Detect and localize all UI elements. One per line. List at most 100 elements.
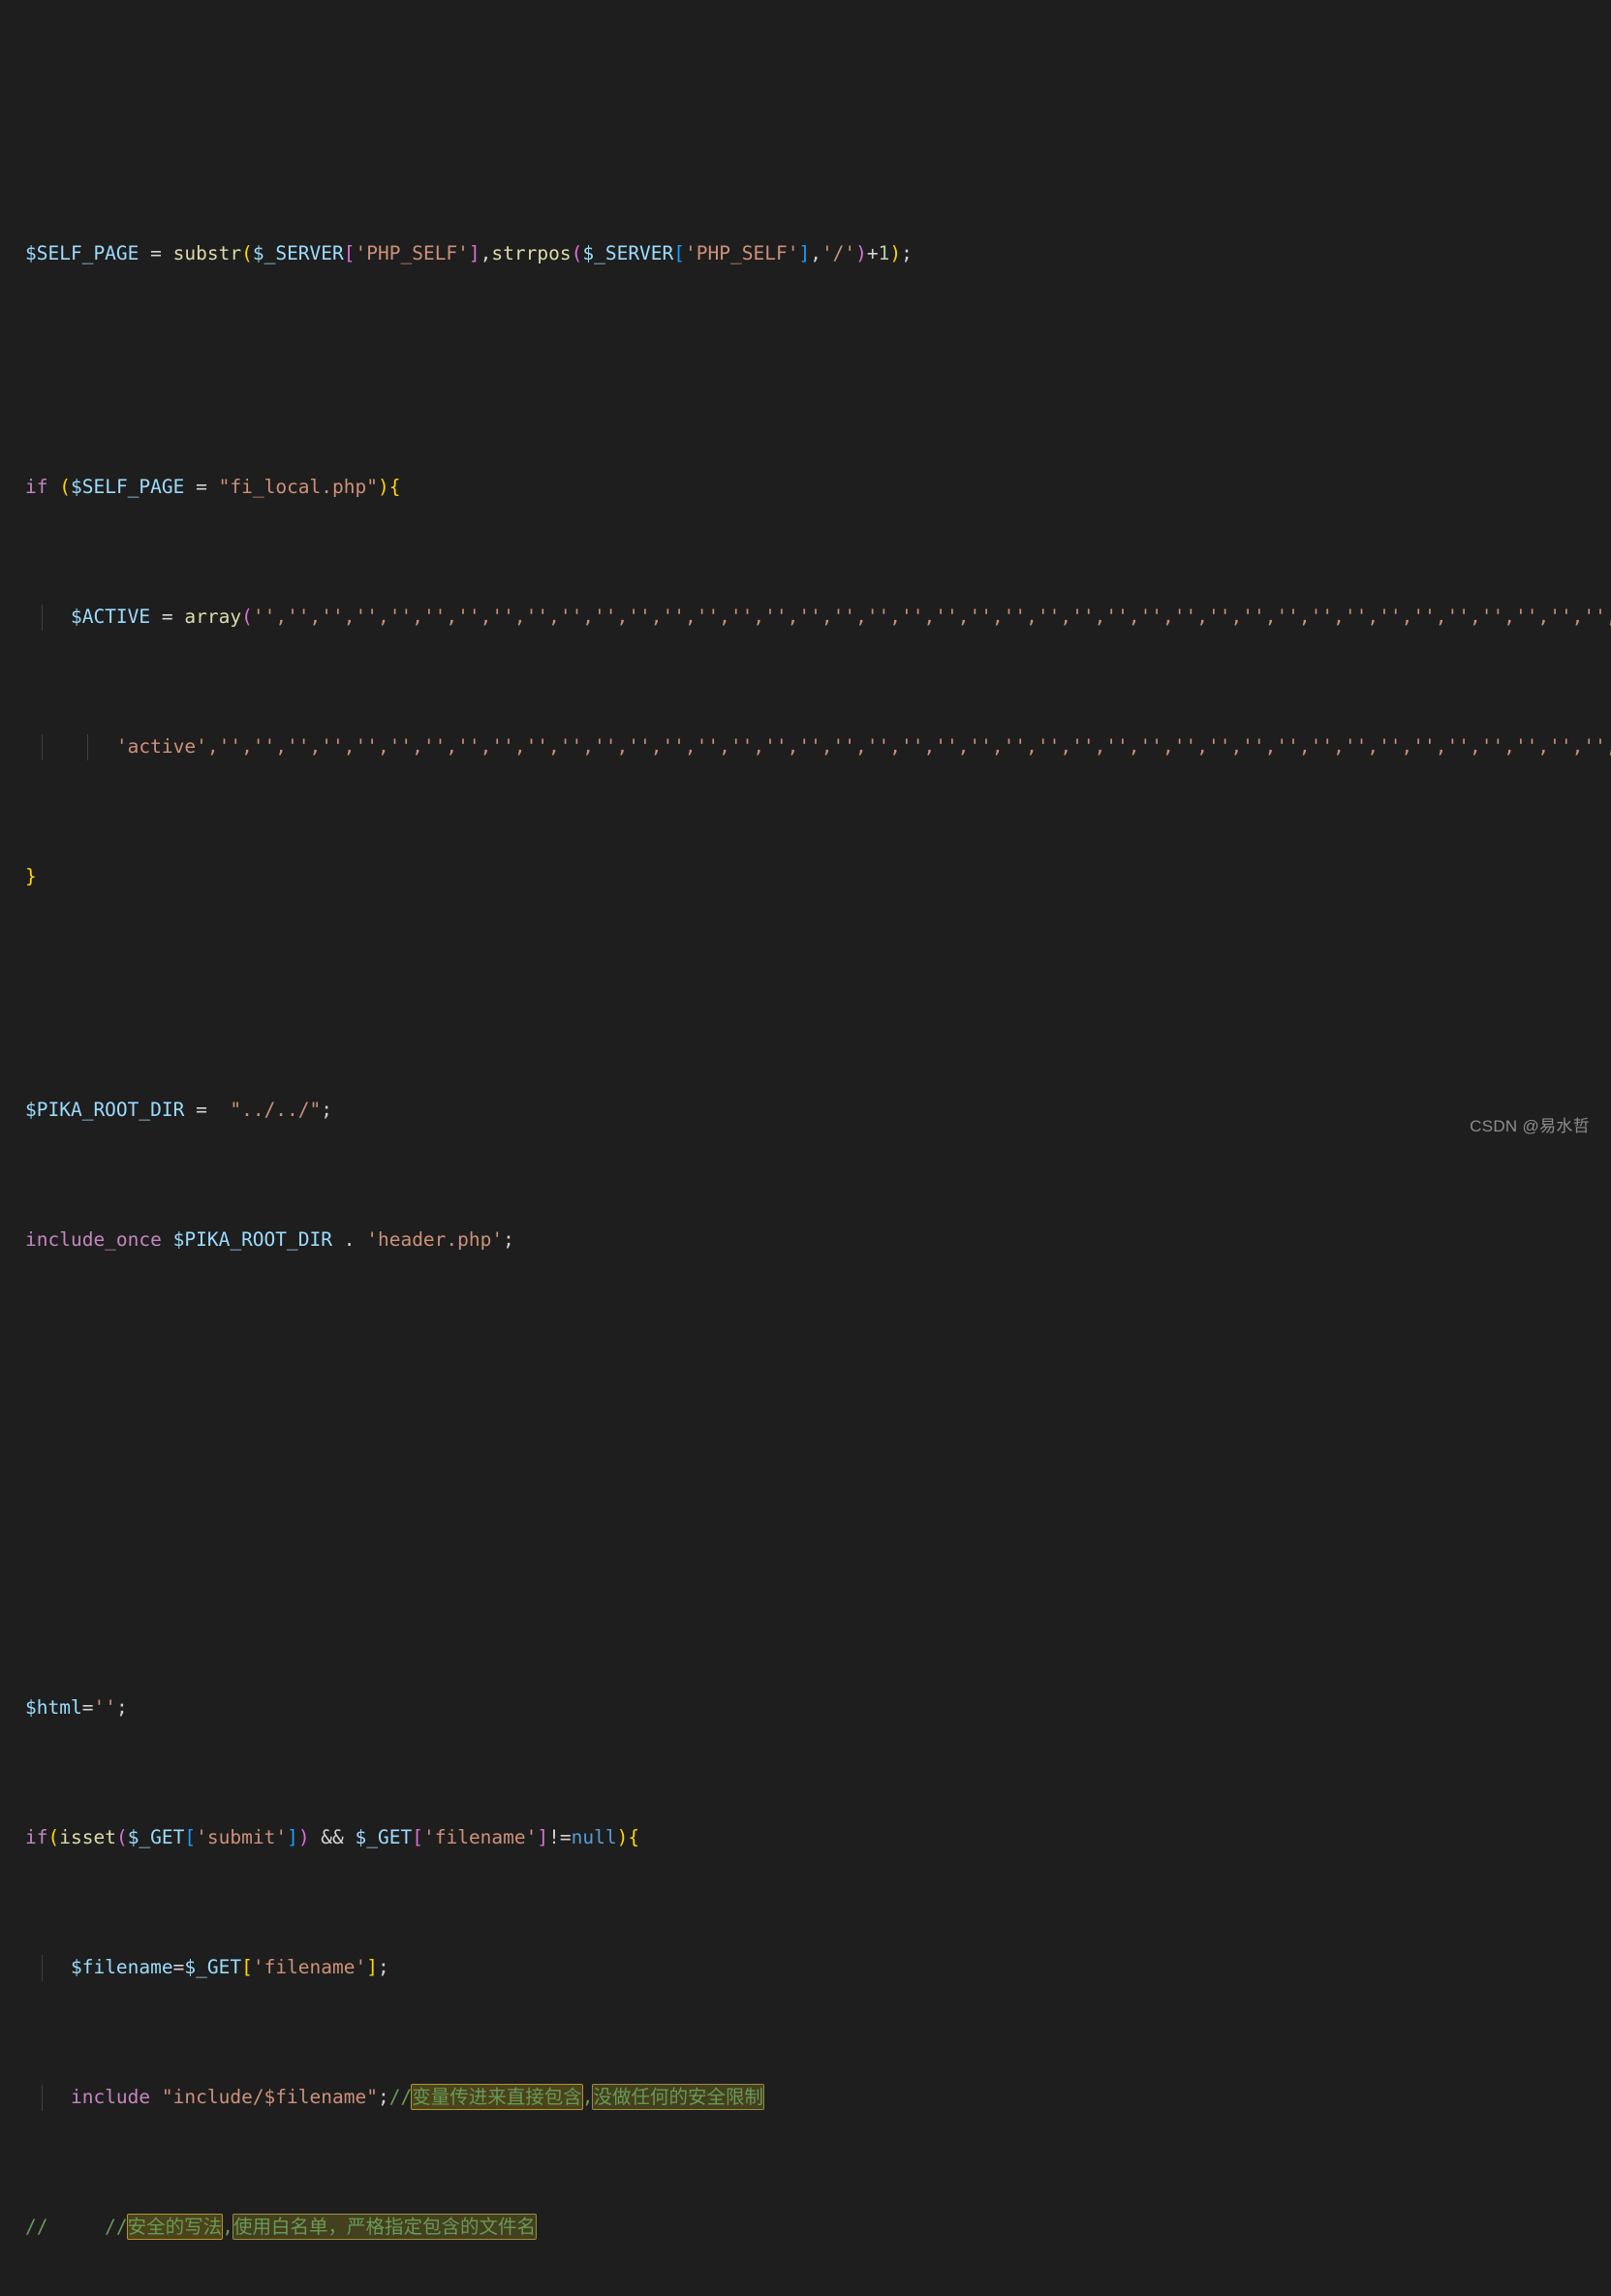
code-line: if ($SELF_PAGE = "fi_local.php"){ — [25, 475, 1611, 501]
token-bracket: [ — [343, 242, 356, 265]
token-keyword: if — [25, 1825, 48, 1848]
token-string: "include/$filename" — [150, 2085, 378, 2108]
code-line: $html=''; — [25, 1695, 1611, 1722]
token-paren: ( — [571, 242, 583, 265]
token-bracket: ] — [468, 242, 480, 265]
token-variable: $_GET — [127, 1825, 185, 1848]
token-keyword: if — [25, 476, 48, 499]
code-line: $PIKA_ROOT_DIR = "../../"; — [25, 1098, 1611, 1124]
token-function: isset — [59, 1825, 116, 1848]
token-paren: ( — [241, 242, 253, 265]
code-line: $filename=$_GET['filename']; — [25, 1954, 1611, 1981]
token-operator: = — [184, 476, 219, 499]
code-editor[interactable]: $SELF_PAGE = substr($_SERVER['PHP_SELF']… — [0, 0, 1611, 2240]
code-content[interactable]: $SELF_PAGE = substr($_SERVER['PHP_SELF']… — [0, 0, 1611, 2296]
token-variable: $SELF_PAGE — [25, 242, 139, 265]
token-operator: && — [309, 1825, 356, 1848]
token-brace: { — [388, 476, 401, 499]
token-brace: { — [628, 1825, 640, 1848]
token-paren: ) — [297, 1825, 310, 1848]
token-brace: } — [25, 865, 37, 888]
token-variable: $PIKA_ROOT_DIR — [25, 1099, 185, 1122]
token-keyword: include — [70, 2085, 151, 2108]
token-paren: ( — [47, 1825, 60, 1848]
token-string-list: '','','','','','','','','','','','','','… — [252, 605, 1611, 629]
code-line: $SELF_PAGE = substr($_SERVER['PHP_SELF']… — [25, 241, 1611, 267]
token-paren: ( — [241, 605, 253, 629]
code-line: include "include/$filename";//变量传进来直接包含,… — [25, 2083, 1611, 2111]
token-function: array — [184, 605, 242, 629]
token-variable: $_GET — [355, 1825, 413, 1848]
token-function: substr — [172, 242, 242, 265]
token-semicolon: ; — [115, 1695, 128, 1719]
token-comma: , — [480, 242, 492, 265]
token-comment: // — [25, 2215, 48, 2238]
token-comment-comma: , — [222, 2215, 233, 2238]
token-string: '' — [93, 1695, 116, 1719]
token-number: 1 — [878, 242, 890, 265]
token-operator: = — [150, 605, 185, 629]
token-bracket: ] — [287, 1825, 298, 1848]
token-operator: . — [332, 1228, 367, 1252]
token-paren: ) — [616, 1825, 629, 1848]
code-line: 'active','','','','','','','','','','','… — [25, 734, 1611, 761]
token-string: '/' — [821, 242, 856, 265]
token-bracket: [ — [241, 1955, 253, 1978]
token-string: 'active' — [115, 735, 207, 759]
token-semicolon: ; — [321, 1099, 333, 1122]
token-bracket: ] — [366, 1955, 378, 1978]
annotation-highlight-cn: 安全的写法 — [126, 2213, 224, 2240]
token-comment-slashes: // — [388, 2085, 413, 2108]
token-bracket: ] — [798, 242, 811, 265]
csdn-watermark: CSDN @易水哲 — [1470, 1117, 1590, 1135]
token-string: 'filename' — [252, 1955, 367, 1978]
token-variable: $_GET — [184, 1955, 242, 1978]
code-line: if(isset($_GET['submit']) && $_GET['file… — [25, 1825, 1611, 1851]
token-variable: $filename — [70, 1955, 173, 1978]
token-variable: $html — [25, 1695, 82, 1719]
annotation-highlight-cn: 没做任何的安全限制 — [592, 2083, 764, 2110]
token-comment: // — [47, 2215, 128, 2238]
token-variable: $_SERVER — [582, 242, 674, 265]
token-operator: != — [548, 1825, 572, 1848]
token-keyword: include_once — [25, 1228, 162, 1252]
token-bracket: [ — [184, 1825, 197, 1848]
token-string: 'PHP_SELF' — [685, 242, 799, 265]
token-paren: ) — [855, 242, 867, 265]
token-string-list: ,'','','','','','','','','','','','','',… — [206, 735, 1611, 759]
token-operator: = — [139, 242, 173, 265]
token-operator: + — [866, 242, 879, 265]
token-variable: $ACTIVE — [70, 605, 151, 629]
token-paren: ) — [378, 476, 389, 499]
token-string: 'filename' — [422, 1825, 538, 1848]
token-paren: ) — [889, 242, 902, 265]
token-string: "../../" — [230, 1099, 322, 1122]
token-bracket: [ — [673, 242, 686, 265]
token-operator: = — [81, 1695, 94, 1719]
token-paren: ( — [59, 476, 71, 499]
code-line: } — [25, 864, 1611, 890]
token-semicolon: ; — [503, 1228, 514, 1252]
token-function: strrpos — [491, 242, 572, 265]
annotation-highlight-cn: 使用白名单，严格指定包含的文件名 — [232, 2213, 537, 2240]
token-operator: = — [172, 1955, 185, 1978]
token-paren: ( — [115, 1825, 128, 1848]
token-string: "fi_local.php" — [218, 476, 378, 499]
token-comma: , — [810, 242, 821, 265]
token-string: 'PHP_SELF' — [355, 242, 469, 265]
annotation-highlight-cn: 变量传进来直接包含 — [411, 2083, 583, 2110]
token-null: null — [571, 1825, 617, 1848]
token-variable: $_SERVER — [252, 242, 344, 265]
token-semicolon: ; — [377, 2085, 389, 2108]
code-line: include_once $PIKA_ROOT_DIR . 'header.ph… — [25, 1227, 1611, 1254]
token-variable: $SELF_PAGE — [70, 476, 185, 499]
code-line: $ACTIVE = array('','','','','','','','',… — [25, 605, 1611, 632]
